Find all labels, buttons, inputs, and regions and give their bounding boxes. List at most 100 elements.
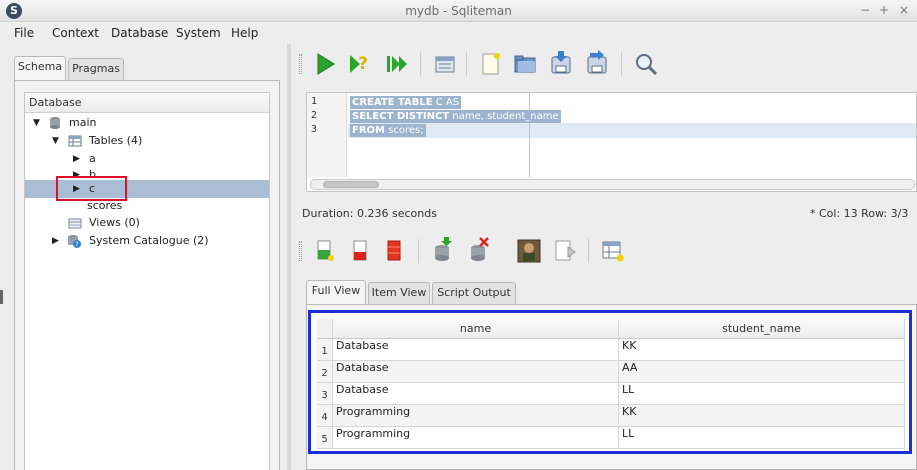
column-header-name[interactable]: name [333,319,619,339]
column-header-student-name[interactable]: student_name [619,319,905,339]
row-header[interactable]: 4 [317,405,333,427]
view-icon [68,218,82,229]
rollback-icon[interactable] [466,237,492,263]
toolbar-separator [466,52,467,76]
tree-item-tables[interactable]: ▼ Tables (4) [25,132,269,150]
new-table-icon[interactable] [600,238,626,264]
menu-bar: File Context Database System Help [0,22,917,44]
table-cell[interactable]: LL [619,427,905,449]
scrollbar-thumb[interactable] [323,181,379,188]
collapsed-arrow-icon[interactable]: ▶ [52,232,59,250]
table-cell[interactable]: Programming [333,405,619,427]
selection-highlight-box [56,176,127,201]
sql-text: name, student_name [449,111,559,122]
tab-full-view[interactable]: Full View [306,280,366,304]
table-icon [68,135,82,147]
tree-item-label: System Catalogue (2) [89,234,209,247]
menu-file[interactable]: File [14,26,34,40]
catalogue-icon: ? [68,235,81,249]
open-file-icon[interactable] [512,51,538,77]
database-icon [50,117,60,129]
menu-context[interactable]: Context [52,26,99,40]
table-cell[interactable]: Database [333,383,619,405]
tree-item-label: main [69,116,97,129]
menu-help[interactable]: Help [231,26,258,40]
blob-image-icon[interactable] [516,238,542,264]
insert-row-icon[interactable] [312,238,338,264]
cursor-position-status: * Col: 13 Row: 3/3 [810,207,909,220]
table-cell[interactable]: KK [619,405,905,427]
remove-row-icon[interactable] [348,238,374,264]
horizontal-scrollbar[interactable] [310,179,915,190]
row-header[interactable]: 1 [317,339,333,361]
toolbar-separator [588,239,589,263]
code-line-1: CREATE TABLE C AS [350,96,462,109]
table-cell[interactable]: Programming [333,427,619,449]
history-icon[interactable] [432,52,458,78]
export-icon[interactable] [552,238,578,264]
menu-database[interactable]: Database [111,26,168,40]
sql-text: C AS [432,97,460,108]
menu-system[interactable]: System [176,26,221,40]
maximize-button[interactable]: + [877,3,891,17]
toolbar-grip[interactable] [299,54,302,74]
line-number: 1 [311,96,318,107]
svg-text:?: ? [358,54,368,74]
window-title: mydb - Sqliteman [405,4,512,18]
line-number: 3 [311,124,318,135]
row-header[interactable]: 5 [317,427,333,449]
tree-item-main[interactable]: ▼ main [25,114,269,132]
commit-icon[interactable] [430,237,456,263]
expanded-arrow-icon[interactable]: ▼ [52,132,59,150]
table-cell[interactable]: Database [333,361,619,383]
table-cell[interactable]: Database [333,339,619,361]
sql-keyword: CREATE TABLE [352,97,433,108]
new-file-icon[interactable] [478,51,504,77]
search-icon[interactable] [633,51,659,77]
truncate-icon[interactable] [382,238,408,264]
row-header[interactable]: 2 [317,361,333,383]
toolbar-separator [621,52,622,76]
result-toolbar [296,231,917,271]
save-icon[interactable] [548,50,574,76]
toolbar-separator [420,52,421,76]
sql-text: scores; [384,125,424,136]
tree-item-system-catalogue[interactable]: ▶ ? System Catalogue (2) [25,232,269,250]
sql-keyword: SELECT DISTINCT [352,111,450,122]
save-as-icon[interactable] [584,50,610,76]
window-edge-mark [0,290,3,304]
tree-item-label: Tables (4) [89,134,143,147]
sql-keyword: FROM [352,125,385,136]
tree-item-label: Views (0) [89,216,140,229]
svg-text:?: ? [75,241,79,249]
toolbar-grip[interactable] [299,241,302,261]
toolbar-separator [418,239,419,263]
tab-script-output[interactable]: Script Output [432,282,516,304]
schema-tree[interactable]: Database ▼ main ▼ Tables (4) ▶ a ▶ b ▶ c… [24,92,270,470]
row-header[interactable]: 3 [317,383,333,405]
sql-toolbar: ? [296,44,917,84]
tab-schema[interactable]: Schema [14,56,66,80]
line-number-gutter: 1 2 3 [307,93,347,177]
run-script-icon[interactable] [384,51,410,77]
table-cell[interactable]: KK [619,339,905,361]
explain-icon[interactable]: ? [346,51,372,77]
line-number: 2 [311,110,318,121]
corner-header [317,319,333,339]
sql-editor[interactable]: 1 2 3 CREATE TABLE C AS SELECT DISTINCT … [306,92,917,192]
tree-header: Database [25,93,269,113]
tab-item-view[interactable]: Item View [368,282,430,304]
table-cell[interactable]: LL [619,383,905,405]
panel-splitter[interactable] [287,44,291,470]
minimize-button[interactable]: − [858,3,872,17]
code-line-3: FROM scores; [350,124,426,137]
run-icon[interactable] [312,51,338,77]
code-line-2: SELECT DISTINCT name, student_name [350,110,561,123]
duration-status: Duration: 0.236 seconds [302,207,437,220]
tab-pragmas[interactable]: Pragmas [68,58,124,80]
close-button[interactable]: × [897,3,911,17]
tree-item-views[interactable]: Views (0) [25,214,269,232]
result-grid[interactable]: name student_name 1 Database KK 2 Databa… [308,310,912,454]
table-cell[interactable]: AA [619,361,905,383]
expanded-arrow-icon[interactable]: ▼ [33,114,40,132]
